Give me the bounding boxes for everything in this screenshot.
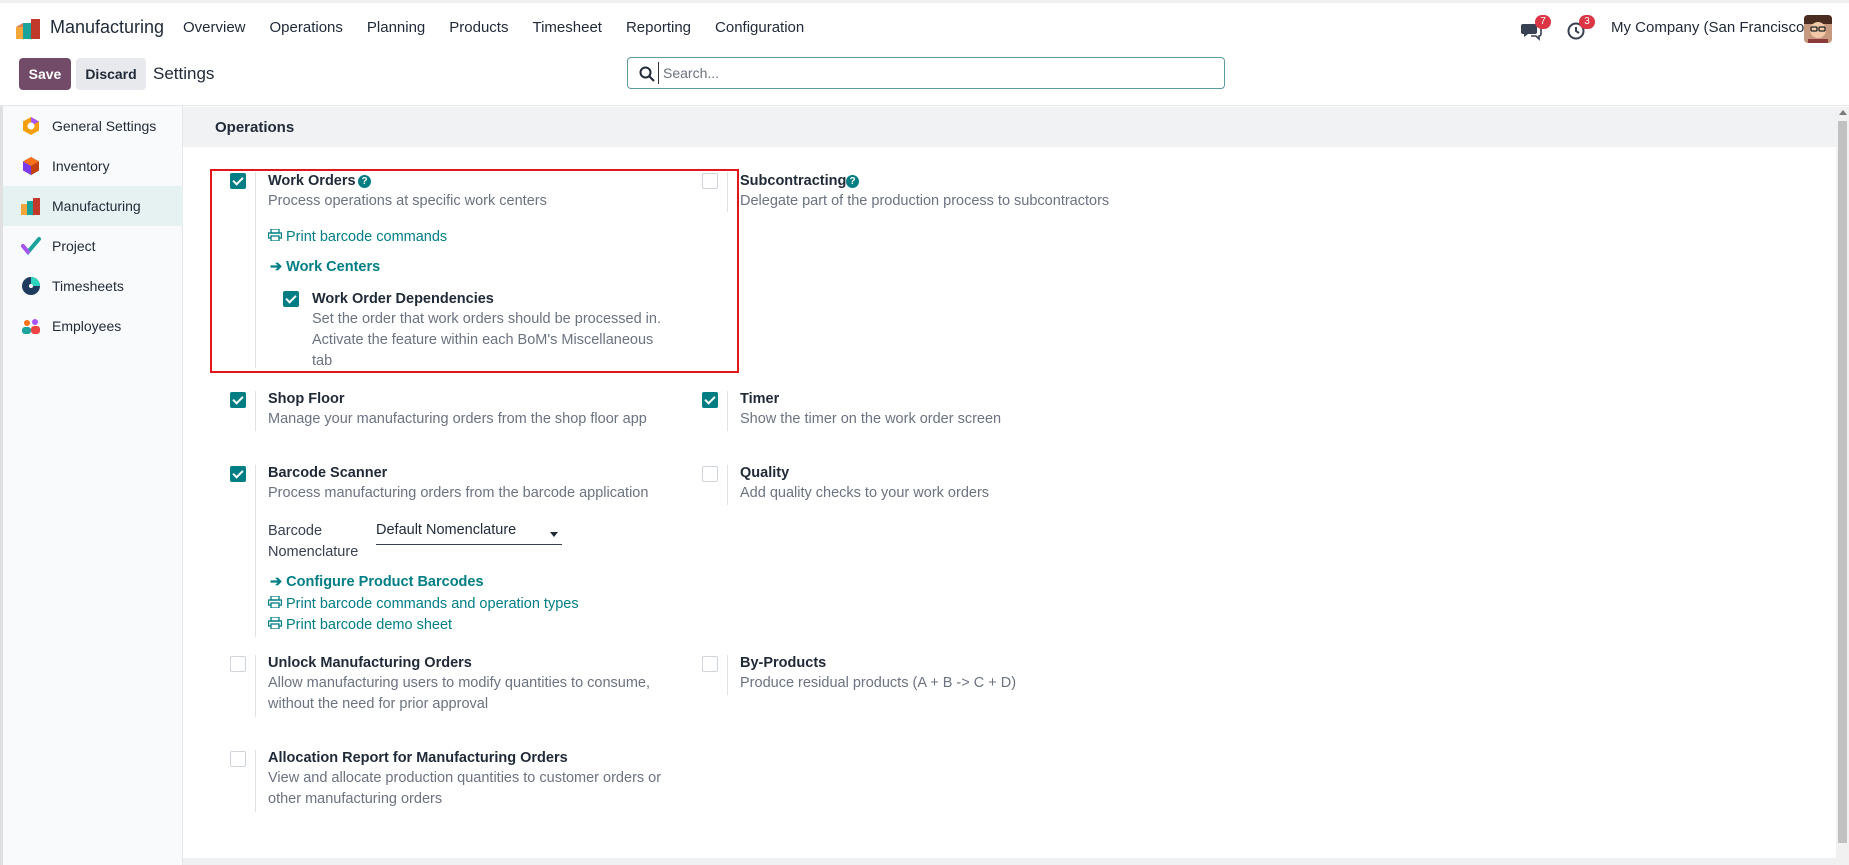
company-switcher[interactable]: My Company (San Francisco) <box>1611 19 1809 36</box>
highlight-box <box>210 169 739 373</box>
search-input[interactable] <box>658 62 1208 84</box>
user-avatar[interactable] <box>1804 15 1832 43</box>
nomenclature-label: Barcode <box>268 523 323 539</box>
unlock-manufacturing-orders-checkbox[interactable] <box>230 656 246 672</box>
main-menu: Overview Operations Planning Products Ti… <box>183 19 828 36</box>
odoo-hexagon-icon <box>23 117 39 135</box>
sidebar-item-label: Project <box>52 238 96 254</box>
settings-sidebar: General Settings Inventory Manufacturing… <box>0 106 183 865</box>
manufacturing-factory-icon <box>21 198 40 215</box>
arrow-right-icon: ➔ <box>270 574 283 590</box>
setting-title: Allocation Report for Manufacturing Orde… <box>268 750 568 766</box>
inventory-box-icon <box>23 157 39 175</box>
sidebar-item-manufacturing[interactable]: Manufacturing <box>3 186 183 226</box>
divider <box>255 750 256 812</box>
timesheet-clock-icon <box>22 277 40 295</box>
divider <box>727 172 728 212</box>
divider <box>727 655 728 695</box>
sidebar-item-project[interactable]: Project <box>3 226 183 266</box>
menu-overview[interactable]: Overview <box>183 19 246 36</box>
printer-icon <box>268 617 282 629</box>
setting-description: other manufacturing orders <box>268 791 443 807</box>
sidebar-item-label: Timesheets <box>52 278 124 294</box>
scrollbar-thumb[interactable] <box>1838 121 1847 843</box>
save-button[interactable]: Save <box>19 58 71 90</box>
allocation-report-checkbox[interactable] <box>230 751 246 767</box>
nomenclature-value: Default Nomenclature <box>376 522 517 538</box>
chevron-down-icon <box>550 532 558 537</box>
sidebar-item-inventory[interactable]: Inventory <box>3 146 183 186</box>
setting-title: Barcode Scanner <box>268 465 388 481</box>
subcontracting-checkbox[interactable] <box>702 173 718 189</box>
project-check-icon <box>21 237 41 256</box>
printer-icon <box>268 596 282 608</box>
setting-description: Delegate part of the production process … <box>740 193 1110 209</box>
scroll-up-arrow-icon[interactable] <box>1839 110 1847 115</box>
by-products-checkbox[interactable] <box>702 656 718 672</box>
menu-reporting[interactable]: Reporting <box>626 19 691 36</box>
sidebar-item-general-settings[interactable]: General Settings <box>3 106 183 146</box>
setting-description: Show the timer on the work order screen <box>740 411 1002 427</box>
divider <box>727 391 728 431</box>
setting-description: Process manufacturing orders from the ba… <box>268 485 649 501</box>
scrollbar[interactable] <box>1836 107 1849 865</box>
breadcrumb-title: Settings <box>153 64 215 83</box>
activities-badge: 3 <box>1579 15 1595 29</box>
sidebar-item-label: General Settings <box>52 118 157 134</box>
quality-checkbox[interactable] <box>702 466 718 482</box>
divider <box>255 465 256 637</box>
setting-description: without the need for prior approval <box>268 696 489 712</box>
timer-checkbox[interactable] <box>702 392 718 408</box>
divider <box>255 391 256 431</box>
configure-product-barcodes-link[interactable]: ➔ Configure Product Barcodes <box>270 574 484 590</box>
menu-timesheet[interactable]: Timesheet <box>532 19 601 36</box>
setting-description: Manage your manufacturing orders from th… <box>268 411 647 427</box>
help-icon[interactable]: ? <box>846 175 859 188</box>
section-header: Operations <box>183 107 1836 147</box>
manufacturing-app-icon[interactable] <box>16 19 42 39</box>
divider <box>255 655 256 717</box>
nomenclature-select[interactable]: Default Nomenclature <box>376 522 562 545</box>
setting-title: Unlock Manufacturing Orders <box>268 655 472 671</box>
top-navbar: Manufacturing Overview Operations Planni… <box>0 0 1849 52</box>
menu-configuration[interactable]: Configuration <box>715 19 804 36</box>
barcode-scanner-checkbox[interactable] <box>230 466 246 482</box>
print-barcode-commands-types-link[interactable]: Print barcode commands and operation typ… <box>268 596 579 612</box>
app-name[interactable]: Manufacturing <box>50 17 164 38</box>
sidebar-item-employees[interactable]: Employees <box>3 306 183 346</box>
setting-title: Subcontracting <box>740 173 847 189</box>
menu-products[interactable]: Products <box>449 19 508 36</box>
menu-planning[interactable]: Planning <box>367 19 425 36</box>
search-icon <box>639 66 655 82</box>
shop-floor-checkbox[interactable] <box>230 392 246 408</box>
sidebar-item-label: Inventory <box>52 158 110 174</box>
setting-title: Quality <box>740 465 790 481</box>
section-title: Operations <box>215 119 295 136</box>
sidebar-item-label: Manufacturing <box>52 198 141 214</box>
messages-badge: 7 <box>1535 15 1551 29</box>
divider <box>727 465 728 505</box>
nomenclature-label: Nomenclature <box>268 544 359 560</box>
setting-title: Shop Floor <box>268 391 345 407</box>
sidebar-item-label: Employees <box>52 318 122 334</box>
setting-description: Add quality checks to your work orders <box>740 485 990 501</box>
sidebar-item-timesheets[interactable]: Timesheets <box>3 266 183 306</box>
setting-title: By-Products <box>740 655 827 671</box>
menu-operations[interactable]: Operations <box>270 19 343 36</box>
setting-description: View and allocate production quantities … <box>268 770 662 786</box>
setting-description: Allow manufacturing users to modify quan… <box>268 675 651 691</box>
search-box[interactable] <box>627 57 1225 89</box>
print-barcode-demo-sheet-link[interactable]: Print barcode demo sheet <box>268 617 452 633</box>
discard-button[interactable]: Discard <box>76 58 146 90</box>
footer-bar <box>183 858 1836 865</box>
employees-people-icon <box>22 319 40 334</box>
setting-title: Timer <box>740 391 780 407</box>
setting-description: Produce residual products (A + B -> C + … <box>740 675 1017 691</box>
